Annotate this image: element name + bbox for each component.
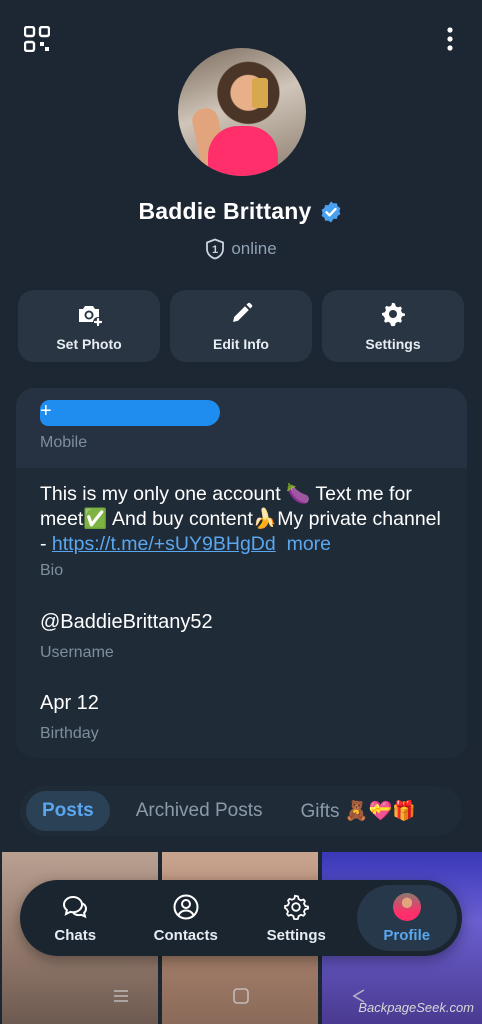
bottom-navigation: Chats Contacts Settings Profile <box>20 880 462 956</box>
profile-name-row: Baddie Brittany <box>0 198 482 225</box>
birthday-label: Birthday <box>40 725 99 742</box>
phone-number-row[interactable]: + Mobile <box>16 388 467 468</box>
camera-add-icon <box>79 306 103 327</box>
profile-name: Baddie Brittany <box>138 198 312 224</box>
nav-chats-label: Chats <box>54 926 97 944</box>
birthday-value[interactable]: Apr 12 <box>40 692 99 715</box>
recent-apps-icon[interactable] <box>112 988 130 1004</box>
bio-label: Bio <box>40 562 64 579</box>
tab-archived-posts[interactable]: Archived Posts <box>120 791 279 831</box>
nav-contacts-label: Contacts <box>153 926 218 944</box>
more-vertical-icon[interactable] <box>440 26 460 52</box>
avatar-figure <box>208 126 278 176</box>
status-badge-number: 1 <box>212 244 218 256</box>
bio-more-link[interactable]: more <box>287 533 331 555</box>
set-photo-label: Set Photo <box>56 336 122 352</box>
settings-button[interactable]: Settings <box>322 290 464 362</box>
bio-link[interactable]: https://t.me/+sUY9BHgDd <box>52 533 276 555</box>
edit-info-label: Edit Info <box>213 336 269 352</box>
gear-icon <box>382 302 405 327</box>
avatar <box>392 892 421 921</box>
tab-posts[interactable]: Posts <box>26 791 110 831</box>
username-label: Username <box>40 644 114 661</box>
nav-settings[interactable]: Settings <box>246 885 346 951</box>
pencil-icon <box>233 302 253 322</box>
watermark: BackpageSeek.com <box>358 1000 474 1015</box>
profile-tabs: Posts Archived Posts Gifts 🧸💝🎁 <box>20 786 462 836</box>
online-status-row: 1 online <box>0 238 482 265</box>
nav-settings-label: Settings <box>266 926 326 944</box>
username-value[interactable]: @BaddieBrittany52 <box>40 611 213 634</box>
profile-avatar[interactable] <box>178 48 306 176</box>
settings-label: Settings <box>365 336 421 352</box>
nav-profile[interactable]: Profile <box>356 885 457 951</box>
profile-info-card: + Mobile This is my only one account 🍆 T… <box>16 388 467 758</box>
system-navigation-bar: BackpageSeek.com <box>0 980 482 1024</box>
redacted-phone-number <box>40 400 220 426</box>
bio-text-block[interactable]: This is my only one account 🍆 Text me fo… <box>40 482 450 557</box>
edit-info-button[interactable]: Edit Info <box>170 290 312 362</box>
nav-profile-label: Profile <box>383 926 431 944</box>
home-icon[interactable] <box>232 988 250 1004</box>
status-text: online <box>231 239 277 258</box>
nav-chats[interactable]: Chats <box>25 885 125 951</box>
phone-prefix: + <box>40 400 52 422</box>
tab-gifts[interactable]: Gifts 🧸💝🎁 <box>284 790 431 832</box>
nav-contacts[interactable]: Contacts <box>136 885 236 951</box>
shield-badge-icon: 1 <box>206 238 225 260</box>
verified-badge-icon[interactable] <box>319 200 343 224</box>
chat-bubbles-icon <box>63 895 88 918</box>
gear-icon <box>284 894 310 920</box>
set-photo-button[interactable]: Set Photo <box>18 290 160 362</box>
person-circle-icon <box>173 894 199 919</box>
phone-label: Mobile <box>40 434 88 451</box>
qr-code-icon[interactable] <box>23 25 51 53</box>
avatar-phone <box>252 78 268 108</box>
